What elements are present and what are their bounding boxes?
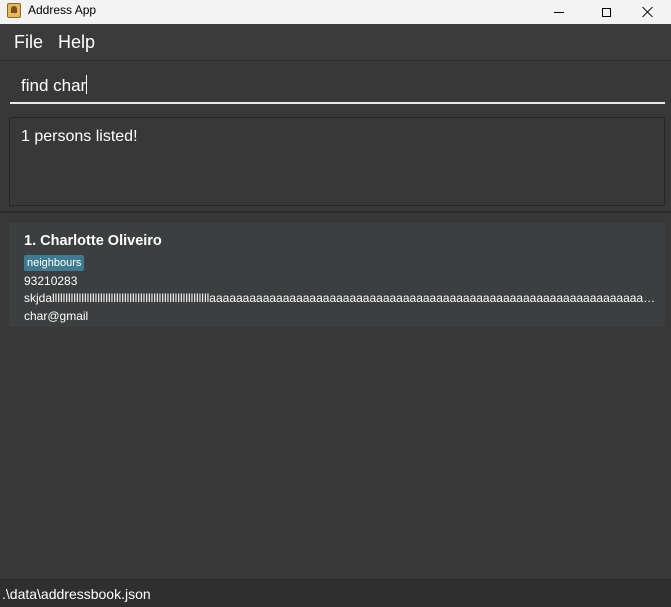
person-list[interactable]: 1. Charlotte Oliveiro neighbours 9321028… (0, 213, 671, 579)
person-card[interactable]: 1. Charlotte Oliveiro neighbours 9321028… (9, 223, 665, 327)
address-book-icon (7, 3, 21, 18)
close-icon (642, 6, 654, 18)
tag-badge: neighbours (24, 255, 85, 271)
result-message: 1 persons listed! (21, 128, 138, 145)
minimize-button[interactable] (536, 0, 582, 24)
person-phone: 93210283 (24, 274, 78, 288)
maximize-button[interactable] (583, 0, 629, 24)
command-input-text: find char (21, 75, 88, 96)
person-email: char@gmail (24, 309, 89, 323)
status-bar: .\data\addressbook.json (0, 579, 671, 607)
maximize-icon (601, 7, 611, 17)
person-address: skjdalllllllllllllllllllllllllllllllllll… (24, 291, 656, 305)
window-title: Address App (28, 3, 97, 17)
text-cursor (86, 75, 88, 94)
result-display[interactable]: 1 persons listed! (9, 117, 665, 206)
close-button[interactable] (625, 0, 671, 24)
window-title-bar: Address App (0, 0, 671, 24)
menu-file[interactable]: File (14, 32, 43, 53)
command-value: find char (21, 76, 87, 95)
person-name: 1. Charlotte Oliveiro (24, 233, 162, 249)
save-location: .\data\addressbook.json (2, 586, 151, 602)
menu-help[interactable]: Help (58, 32, 95, 53)
menu-bar: File Help (0, 24, 671, 61)
minimize-icon (554, 11, 564, 13)
command-input[interactable]: find char (10, 66, 665, 104)
